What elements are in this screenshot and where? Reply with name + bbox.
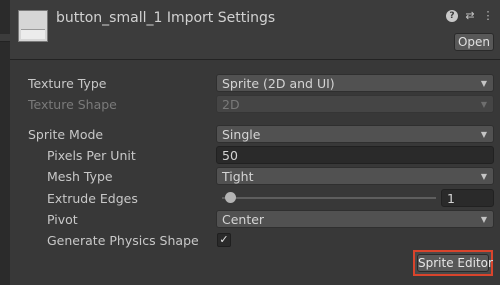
mesh-type-label: Mesh Type: [47, 168, 113, 184]
extrude-edges-slider-track[interactable]: [222, 197, 436, 199]
sprite-editor-button[interactable]: Sprite Editor: [417, 254, 493, 272]
generate-physics-shape-checkbox[interactable]: ✓: [217, 233, 231, 247]
chevron-down-icon: ▼: [480, 172, 487, 181]
extrude-edges-slider-handle[interactable]: [225, 192, 236, 203]
chevron-down-icon: ▼: [480, 100, 487, 109]
sprite-mode-dropdown[interactable]: Single ▼: [216, 125, 494, 143]
pixels-per-unit-input[interactable]: 50: [216, 146, 494, 164]
page-title: button_small_1 Import Settings: [56, 10, 276, 26]
mesh-type-row: Mesh Type: [28, 167, 113, 185]
more-vertical-icon[interactable]: ⋮: [482, 10, 494, 22]
header-icons: ? ⇄ ⋮: [446, 10, 494, 22]
texture-type-label: Texture Type: [28, 75, 107, 91]
pivot-value: Center: [222, 212, 265, 227]
preset-sliders-icon[interactable]: ⇄: [464, 10, 476, 22]
texture-shape-value: 2D: [222, 97, 240, 112]
chevron-down-icon: ▼: [480, 79, 487, 88]
mesh-type-value: Tight: [222, 169, 254, 184]
sprite-mode-row: Sprite Mode: [28, 125, 103, 143]
pivot-label: Pivot: [47, 211, 78, 227]
texture-type-row: Texture Type: [28, 74, 106, 92]
mesh-type-dropdown[interactable]: Tight ▼: [216, 167, 494, 185]
pivot-dropdown[interactable]: Center ▼: [216, 210, 494, 228]
checkmark-icon: ✓: [219, 233, 229, 246]
texture-type-value: Sprite (2D and UI): [222, 76, 335, 91]
texture-shape-row: Texture Shape: [28, 95, 117, 113]
extrude-edges-label: Extrude Edges: [47, 190, 138, 206]
neighbor-panel-segment: [0, 34, 10, 42]
texture-shape-label: Texture Shape: [28, 96, 117, 112]
sprite-editor-highlight: Sprite Editor: [413, 250, 493, 276]
texture-shape-dropdown: 2D ▼: [216, 95, 494, 113]
texture-thumbnail: [18, 10, 48, 42]
pixels-per-unit-row: Pixels Per Unit: [28, 146, 136, 164]
sprite-mode-value: Single: [222, 127, 261, 142]
chevron-down-icon: ▼: [480, 130, 487, 139]
pivot-row: Pivot: [28, 210, 78, 228]
generate-physics-shape-row: Generate Physics Shape: [28, 231, 199, 249]
chevron-down-icon: ▼: [480, 215, 487, 224]
pixels-per-unit-label: Pixels Per Unit: [47, 147, 136, 163]
inspector-header: button_small_1 Import Settings ? ⇄ ⋮ Ope…: [10, 0, 500, 60]
texture-type-dropdown[interactable]: Sprite (2D and UI) ▼: [216, 74, 494, 92]
extrude-edges-row: Extrude Edges: [28, 189, 138, 207]
extrude-edges-input[interactable]: 1: [441, 189, 494, 207]
sprite-mode-label: Sprite Mode: [28, 126, 104, 142]
neighbor-panel-strip: [0, 0, 10, 285]
import-settings-inspector: button_small_1 Import Settings ? ⇄ ⋮ Ope…: [0, 0, 500, 285]
generate-physics-shape-label: Generate Physics Shape: [47, 232, 199, 248]
help-icon[interactable]: ?: [446, 10, 458, 22]
open-button[interactable]: Open: [454, 33, 494, 51]
